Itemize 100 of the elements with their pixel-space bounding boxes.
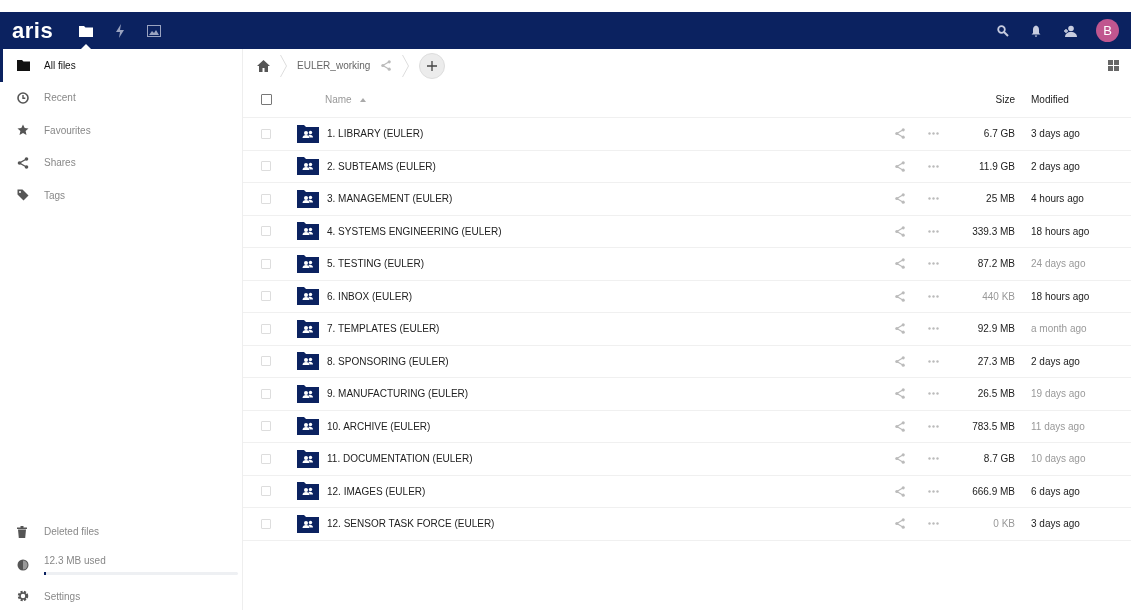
share-icon[interactable] (894, 193, 906, 205)
more-options-icon[interactable] (928, 457, 939, 461)
select-all-checkbox[interactable] (260, 94, 272, 105)
shared-folder-icon (297, 254, 319, 273)
more-options-icon[interactable] (928, 424, 939, 428)
breadcrumb-folder[interactable]: EULER_working (297, 60, 371, 71)
logo: aris (12, 17, 54, 44)
modified-date: 19 days ago (1031, 388, 1087, 400)
share-icon[interactable] (894, 160, 906, 172)
sidebar-item[interactable]: Shares (0, 146, 242, 179)
share-icon[interactable] (894, 290, 906, 302)
file-name[interactable]: 10. ARCHIVE (EULER) (327, 420, 431, 432)
file-name[interactable]: 6. INBOX (EULER) (327, 290, 413, 302)
file-name[interactable]: 2. SUBTEAMS (EULER) (327, 160, 436, 172)
row-checkbox[interactable] (261, 161, 271, 172)
sidebar-item[interactable]: Tags (0, 179, 242, 212)
size-column-header[interactable]: Size (953, 94, 1015, 105)
file-size: 339.3 MB (971, 225, 1015, 237)
file-name[interactable]: 4. SYSTEMS ENGINEERING (EULER) (327, 225, 502, 237)
share-icon[interactable] (894, 485, 906, 497)
shared-folder-icon (297, 124, 319, 143)
modified-column-header[interactable]: Modified (1031, 94, 1113, 105)
share-icon[interactable] (894, 388, 906, 400)
more-options-icon[interactable] (928, 392, 939, 396)
shared-folder-icon (297, 482, 319, 501)
shared-folder-icon (297, 319, 319, 338)
modified-date: 10 days ago (1031, 453, 1087, 465)
share-icon[interactable] (894, 128, 906, 140)
share-icon[interactable] (894, 420, 906, 432)
row-checkbox[interactable] (261, 356, 271, 367)
sidebar-item[interactable]: All files (0, 49, 242, 82)
more-options-icon[interactable] (928, 229, 939, 233)
file-size: 25 MB (985, 193, 1015, 205)
share-icon[interactable] (894, 225, 906, 237)
modified-date: 24 days ago (1031, 258, 1087, 270)
sidebar-item[interactable]: Recent (0, 81, 242, 114)
folder-icon (79, 24, 94, 37)
more-options-icon[interactable] (928, 522, 939, 526)
user-avatar[interactable]: B (1096, 19, 1119, 42)
contacts-icon[interactable] (1063, 24, 1077, 37)
more-options-icon[interactable] (928, 132, 939, 136)
row-checkbox[interactable] (261, 421, 271, 432)
file-name[interactable]: 7. TEMPLATES (EULER) (327, 323, 440, 335)
file-size: 87.2 MB (976, 258, 1015, 270)
tag-icon (17, 189, 29, 202)
file-size: 783.5 MB (971, 420, 1015, 432)
file-name[interactable]: 1. LIBRARY (EULER) (327, 128, 424, 140)
file-size: 8.7 GB (982, 453, 1015, 465)
row-checkbox[interactable] (261, 518, 271, 529)
file-name[interactable]: 5. TESTING (EULER) (327, 258, 425, 270)
file-size: 92.9 MB (976, 323, 1015, 335)
file-name[interactable]: 11. DOCUMENTATION (EULER) (327, 453, 473, 465)
row-checkbox[interactable] (261, 258, 271, 269)
row-checkbox[interactable] (261, 486, 271, 497)
file-name[interactable]: 9. MANUFACTURING (EULER) (327, 388, 469, 400)
grid-view-icon[interactable] (1108, 60, 1119, 71)
share-icon[interactable] (894, 355, 906, 367)
share-icon[interactable] (894, 323, 906, 335)
more-options-icon[interactable] (928, 262, 939, 266)
home-icon[interactable] (257, 59, 270, 72)
shared-folder-icon (297, 352, 319, 371)
more-options-icon[interactable] (928, 327, 939, 331)
more-options-icon[interactable] (928, 164, 939, 168)
row-checkbox[interactable] (261, 193, 271, 204)
settings-link[interactable]: Settings (0, 582, 242, 610)
share-icon[interactable] (894, 453, 906, 465)
row-checkbox[interactable] (261, 291, 271, 302)
more-options-icon[interactable] (928, 197, 939, 201)
star-icon (17, 124, 29, 137)
row-checkbox[interactable] (261, 388, 271, 399)
more-options-icon[interactable] (928, 294, 939, 298)
new-button[interactable] (419, 52, 446, 79)
folder-icon (17, 59, 30, 71)
file-size: 26.5 MB (976, 388, 1015, 400)
search-icon[interactable] (997, 24, 1009, 37)
file-name[interactable]: 3. MANAGEMENT (EULER) (327, 193, 453, 205)
modified-date: 3 days ago (1031, 128, 1081, 140)
more-options-icon[interactable] (928, 489, 939, 493)
deleted-files-link[interactable]: Deleted files (0, 515, 242, 548)
file-name[interactable]: 12. SENSOR TASK FORCE (EULER) (327, 518, 495, 530)
pie-chart-icon (17, 559, 29, 571)
row-checkbox[interactable] (261, 323, 271, 334)
bell-icon[interactable] (1031, 24, 1041, 37)
row-checkbox[interactable] (261, 226, 271, 237)
row-checkbox[interactable] (261, 128, 271, 139)
file-size: 6.7 GB (982, 128, 1015, 140)
more-options-icon[interactable] (928, 359, 939, 363)
shared-folder-icon (297, 417, 319, 436)
share-icon[interactable] (380, 60, 393, 71)
modified-date: a month ago (1031, 323, 1088, 335)
shared-folder-icon (297, 157, 319, 176)
share-icon[interactable] (894, 518, 906, 530)
shared-folder-icon (297, 189, 319, 208)
share-icon[interactable] (894, 258, 906, 270)
modified-date: 3 days ago (1031, 518, 1081, 530)
file-name[interactable]: 12. IMAGES (EULER) (327, 485, 426, 497)
file-name[interactable]: 8. SPONSORING (EULER) (327, 355, 449, 367)
sort-ascending-icon (359, 97, 366, 102)
sidebar-item[interactable]: Favourites (0, 114, 242, 147)
row-checkbox[interactable] (261, 453, 271, 464)
